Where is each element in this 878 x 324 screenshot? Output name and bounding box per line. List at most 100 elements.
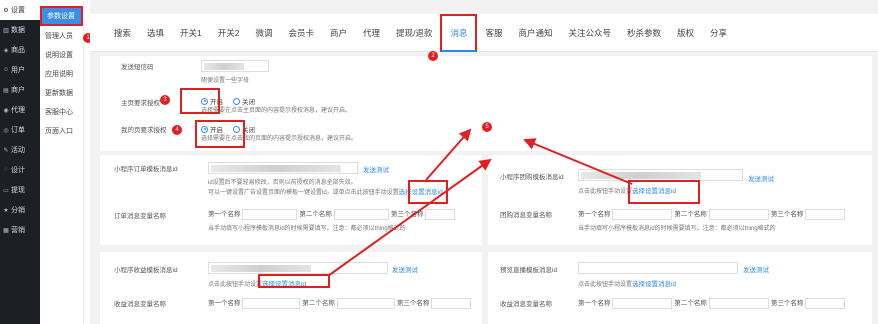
sidebar-item-label: 设置 [11,7,25,14]
sidebar-item-label: 订单 [11,127,25,134]
sidebar-item-order[interactable]: ◎ 订单 [0,120,40,140]
tab-9[interactable]: 消息 [440,13,478,52]
subnav-item-2[interactable]: 说明设置 [40,45,83,64]
sidebar-item-label: 商户 [11,87,25,94]
goods-icon: ◈ [3,47,9,54]
my-auth-label: 我的页要求授权 [121,127,167,134]
shop-icon: ▤ [3,87,9,94]
income-tpl-label: 小程序收益模板消息id [114,267,178,274]
sender-input[interactable] [201,60,269,72]
marketing-icon: ▦ [3,227,9,234]
sidebar-item-marketing[interactable]: ▦ 营销 [0,220,40,240]
order-send-test-link[interactable]: 发送测试 [363,164,389,174]
order-var2-input[interactable] [333,208,389,220]
live-send-test-link[interactable]: 发送测试 [743,264,769,274]
tab-5[interactable]: 会员卡 [281,14,323,52]
sidebar-item-distribution[interactable]: ★ 分销 [0,200,40,220]
subnav-item-0[interactable]: 参数设置 [40,6,83,26]
annotation-box-my-auth [195,120,245,148]
user-icon: ☺ [3,67,10,73]
subnav-item-1[interactable]: 管理人员 [40,26,83,45]
order-tpl-hint1: id设置后不要轻易修改，否则以前授权的消息全部失效。 [208,180,357,186]
activity-icon: ✎ [3,147,9,154]
subnav-item-4[interactable]: 更新数据 [40,83,83,102]
tab-3[interactable]: 开关2 [210,14,248,52]
settings-tabs: 搜索 选填 开关1 开关2 微调 会员卡 商户 代理 提现/退款 消息 客服 商户通知 关注公众号 秒杀参… [90,13,878,52]
group-var-fields: 第一个名称 第二个名称 第三个名称 [578,208,846,220]
annotation-box-home-auth [180,88,220,114]
sidebar-item-design[interactable]: ◌ 设计 [0,160,40,180]
income-tpl-input[interactable] [208,262,388,274]
tab-8[interactable]: 提现/退款 [388,14,440,52]
agent-icon: ◉ [3,107,9,114]
tab-1[interactable]: 选填 [139,14,172,52]
order-icon: ◎ [3,127,9,134]
main-content: 搜索 选填 开关1 开关2 微调 会员卡 商户 代理 提现/退款 消息 客服 商户通知 关注公众号 秒杀参… [90,0,878,324]
sidebar-item-activity[interactable]: ✎ 活动 [0,140,40,160]
income-var-label: 收益消息变量名称 [114,301,166,308]
live-var1-input[interactable] [612,297,673,309]
group-send-test-link[interactable]: 发送测试 [748,173,774,183]
live-tpl-input[interactable] [578,262,738,274]
sub-navigation: 参数设置 管理人员 说明设置 应用说明 更新数据 客服中心 页面入口 [40,0,84,324]
tab-10[interactable]: 客服 [477,14,510,52]
annotation-box-order-link [408,180,448,204]
sender-label: 发送短信码 [121,64,154,71]
sidebar-item-gear[interactable]: ⚙ 设置 [0,0,40,20]
tab-0[interactable]: 搜索 [106,14,139,52]
tab-13[interactable]: 秒杀参数 [619,14,669,52]
sidebar-item-label: 活动 [11,147,25,154]
sidebar-item-user[interactable]: ☺ 用户 [0,60,40,80]
sidebar-item-label: 提现 [11,187,25,194]
tab-11[interactable]: 商户通知 [510,14,560,52]
live-manual-link[interactable]: 选择设置消息id [632,281,676,288]
order-var1-input[interactable] [242,208,298,220]
live-var2-input[interactable] [708,297,769,309]
home-auth-hint: 选择需要在点击主页面的内容提示授权消息，建议开启。 [201,108,352,114]
tab-4[interactable]: 微调 [248,14,281,52]
group-var3-input[interactable] [805,208,846,220]
live-tpl-label: 预览直播模板消息id [500,267,558,274]
income-var1-input[interactable] [242,297,301,309]
sidebar-item-label: 营销 [11,227,25,234]
tab-2[interactable]: 开关1 [172,14,210,52]
group-var2-input[interactable] [708,208,769,220]
income-send-test-link[interactable]: 发送测试 [392,264,418,274]
group-var1-input[interactable] [612,208,673,220]
sidebar-item-label: 商品 [11,47,25,54]
group-var-label: 团购消息变量名称 [500,212,552,219]
sidebar-item-chart[interactable]: ▥ 数据 [0,20,40,40]
order-var3-input[interactable] [425,208,456,220]
main-sidebar: ⚙ 设置 ▥ 数据 ◈ 商品 ☺ 用户 ▤ 商户 ◉ 代理 ◎ 订单 ✎ 活动 ◌ 设计 ▭ 提现 ★ 分销 ▦ 营销 [0,0,40,324]
subnav-item-6[interactable]: 页面入口 [40,121,83,140]
tab-6[interactable]: 商户 [322,14,355,52]
income-var3-input[interactable] [431,297,472,309]
sidebar-item-label: 设计 [11,167,25,174]
live-var-fields: 第一个名称 第二个名称 第三个名称 [578,297,846,309]
order-tpl-input[interactable] [208,162,358,174]
home-auth-label: 主页要求授权 [121,100,160,107]
tab-15[interactable]: 分享 [702,14,735,52]
order-var-fields: 第一个名称 第二个名称 第三个名称 [208,208,456,220]
tab-12[interactable]: 关注公众号 [560,14,619,52]
annotation-badge-4: 4 [172,125,182,135]
sender-hint: 随便设置一些字母 [201,78,250,84]
tab-7[interactable]: 代理 [355,14,388,52]
live-template-card: 预览直播模板消息id 发送测试 点击此按钮手动设置选择设置消息id 收益消息变量… [488,252,872,324]
subnav-item-3[interactable]: 应用说明 [40,64,83,83]
design-icon: ◌ [4,167,8,173]
sidebar-item-shop[interactable]: ▤ 商户 [0,80,40,100]
live-var3-input[interactable] [805,297,846,309]
group-var-hint: 当手动填写小程序模板消息id的时候需要填写。注意：都必须以thing格式的 [578,226,776,232]
income-var2-input[interactable] [336,297,395,309]
sidebar-item-goods[interactable]: ◈ 商品 [0,40,40,60]
annotation-badge-2: 2 [428,51,438,61]
sidebar-item-agent[interactable]: ◉ 代理 [0,100,40,120]
radio-unchecked-icon [232,97,240,105]
sidebar-item-withdraw[interactable]: ▭ 提现 [0,180,40,200]
tab-14[interactable]: 版权 [669,14,702,52]
subnav-item-5[interactable]: 客服中心 [40,102,83,121]
sidebar-item-label: 代理 [11,107,25,114]
annotation-box-income-link [258,274,330,288]
annotation-box-group-link [628,180,700,204]
